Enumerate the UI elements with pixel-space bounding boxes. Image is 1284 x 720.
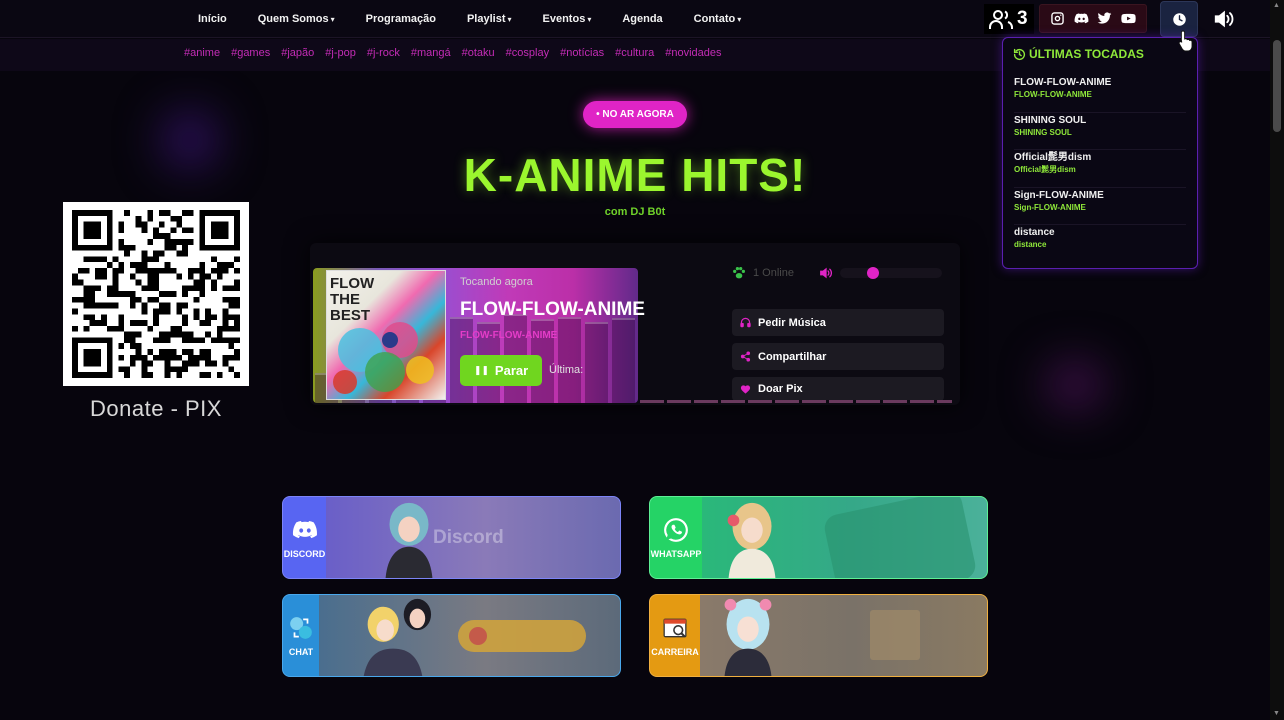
tag-link[interactable]: #cultura bbox=[615, 47, 654, 59]
stop-button[interactable]: ❚❚ Parar bbox=[460, 355, 542, 386]
anime-character-illustration bbox=[727, 502, 776, 578]
bg-glow bbox=[1045, 360, 1105, 410]
chat-icon bbox=[290, 616, 312, 639]
donate-label: Donate - PIX bbox=[90, 396, 222, 421]
request-song-button[interactable]: Pedir Música bbox=[732, 309, 944, 336]
nav-item-agenda[interactable]: Agenda bbox=[622, 13, 662, 25]
nav-item-contato[interactable]: Contato ▾ bbox=[694, 13, 742, 25]
listener-count-value: 3 bbox=[1017, 8, 1028, 29]
history-icon bbox=[1013, 48, 1026, 60]
tag-link[interactable]: #j-pop bbox=[325, 47, 356, 59]
tag-link[interactable]: #notícias bbox=[560, 47, 604, 59]
recent-track-item[interactable]: Official髭男dism Official髭男dism bbox=[1014, 150, 1186, 188]
share-button[interactable]: Compartilhar bbox=[732, 343, 944, 370]
recent-track-title: Sign-FLOW-ANIME bbox=[1014, 189, 1104, 201]
share-icon bbox=[740, 351, 751, 362]
recent-track-title: Official髭男dism bbox=[1014, 152, 1092, 163]
volume-icon[interactable] bbox=[1213, 8, 1235, 30]
paw-icon bbox=[733, 267, 745, 279]
heart-icon bbox=[740, 384, 751, 394]
chat-bubble-illustration bbox=[458, 620, 586, 652]
scroll-down-icon[interactable]: ▼ bbox=[1273, 710, 1281, 718]
whatsapp-card[interactable]: WHATSAPP bbox=[649, 496, 988, 579]
career-card[interactable]: CARREIRA bbox=[649, 594, 988, 677]
recent-track-title: FLOW-FLOW-ANIME bbox=[1014, 77, 1112, 88]
qr-code-image bbox=[72, 210, 240, 378]
nav-item-quem-somos[interactable]: Quem Somos ▾ bbox=[258, 13, 335, 25]
nav-item-eventos[interactable]: Eventos ▾ bbox=[543, 13, 592, 25]
online-count: 1 Online bbox=[732, 267, 794, 279]
recent-track-artist: SHINING SOUL bbox=[1014, 127, 1072, 137]
chevron-down-icon: ▾ bbox=[330, 15, 335, 24]
discord-card[interactable]: DISCORD Discord bbox=[282, 496, 621, 579]
track-title: FLOW-FLOW-ANIME bbox=[460, 299, 645, 320]
mouse-cursor-icon bbox=[1178, 30, 1193, 52]
card-label: WHATSAPP bbox=[650, 548, 702, 559]
hashtag-list: #anime #games #japão #j-pop #j-rock #man… bbox=[184, 47, 722, 59]
chat-card[interactable]: CHAT bbox=[282, 594, 621, 677]
scroll-up-icon[interactable]: ▲ bbox=[1273, 2, 1281, 10]
volume-slider-handle[interactable] bbox=[867, 267, 879, 279]
recent-track-title: SHINING SOUL bbox=[1014, 114, 1087, 126]
card-watermark-text: Discord bbox=[433, 527, 504, 548]
tag-link[interactable]: #mangá bbox=[411, 47, 451, 59]
anime-character-illustration bbox=[363, 598, 432, 676]
tag-link[interactable]: #novidades bbox=[665, 47, 721, 59]
volume-icon[interactable] bbox=[818, 266, 834, 280]
anime-character-illustration bbox=[724, 598, 772, 676]
pause-icon: ❚❚ bbox=[473, 365, 489, 375]
scrollbar-thumb[interactable] bbox=[1273, 40, 1281, 132]
whatsapp-icon bbox=[664, 517, 688, 542]
chevron-down-icon: ▾ bbox=[587, 15, 592, 24]
pix-qr-code bbox=[63, 202, 249, 386]
recent-track-item[interactable]: distance distance bbox=[1014, 225, 1186, 263]
users-icon bbox=[989, 10, 1013, 29]
album-cover-text: FLOW THE BEST bbox=[330, 275, 375, 324]
card-label: CHAT bbox=[288, 646, 314, 657]
equalizer-strip bbox=[640, 400, 952, 403]
recent-track-artist: distance bbox=[1014, 240, 1047, 249]
youtube-icon[interactable] bbox=[1121, 11, 1136, 26]
clock-icon bbox=[1172, 12, 1186, 26]
recent-track-title: distance bbox=[1014, 227, 1055, 238]
social-links bbox=[1039, 4, 1147, 33]
track-artist: FLOW-FLOW-ANIME bbox=[460, 330, 558, 341]
recent-track-artist: Official髭男dism bbox=[1014, 165, 1076, 174]
donate-pix-button[interactable]: Doar Pix bbox=[732, 377, 944, 401]
nav-item-inicio[interactable]: Início bbox=[198, 13, 227, 25]
card-label: CARREIRA bbox=[651, 646, 699, 657]
twitter-icon[interactable] bbox=[1097, 11, 1112, 26]
tag-link[interactable]: #anime bbox=[184, 47, 220, 59]
recent-track-item[interactable]: Sign-FLOW-ANIME Sign-FLOW-ANIME bbox=[1014, 188, 1186, 225]
volume-slider[interactable] bbox=[840, 268, 942, 278]
recent-track-item[interactable]: SHINING SOUL SHINING SOUL bbox=[1014, 113, 1186, 150]
last-track-label: Última: bbox=[549, 364, 584, 376]
nav-item-playlist[interactable]: Playlist ▾ bbox=[467, 13, 512, 25]
headphones-icon bbox=[740, 317, 751, 328]
phone-illustration bbox=[824, 497, 976, 578]
discord-icon[interactable] bbox=[1074, 11, 1089, 26]
main-nav: Início Quem Somos ▾ Programação Playlist ▾… bbox=[198, 0, 741, 38]
listener-count: 3 bbox=[984, 4, 1034, 34]
instagram-icon[interactable] bbox=[1050, 11, 1065, 26]
recent-track-artist: Sign-FLOW-ANIME bbox=[1014, 202, 1086, 212]
tag-link[interactable]: #japão bbox=[281, 47, 314, 59]
recent-tracks-title: ÚLTIMAS TOCADAS bbox=[1013, 47, 1144, 61]
chevron-down-icon: ▾ bbox=[507, 15, 512, 24]
nav-item-programacao[interactable]: Programação bbox=[366, 13, 436, 25]
tag-link[interactable]: #cosplay bbox=[506, 47, 549, 59]
briefcase-icon bbox=[663, 618, 687, 637]
tag-link[interactable]: #otaku bbox=[462, 47, 495, 59]
now-playing-label: Tocando agora bbox=[460, 276, 533, 288]
recent-track-item[interactable]: FLOW-FLOW-ANIME FLOW-FLOW-ANIME bbox=[1014, 75, 1186, 113]
discord-icon bbox=[292, 520, 317, 538]
tag-link[interactable]: #games bbox=[231, 47, 270, 59]
live-badge: • NO AR AGORA bbox=[583, 101, 687, 128]
chevron-down-icon: ▾ bbox=[737, 15, 742, 24]
recent-tracks-list: FLOW-FLOW-ANIME FLOW-FLOW-ANIME SHINING S… bbox=[1014, 75, 1186, 263]
tag-link[interactable]: #j-rock bbox=[367, 47, 400, 59]
frame-illustration bbox=[870, 610, 920, 660]
recent-track-artist: FLOW-FLOW-ANIME bbox=[1014, 90, 1092, 99]
card-label: DISCORD bbox=[283, 548, 326, 559]
